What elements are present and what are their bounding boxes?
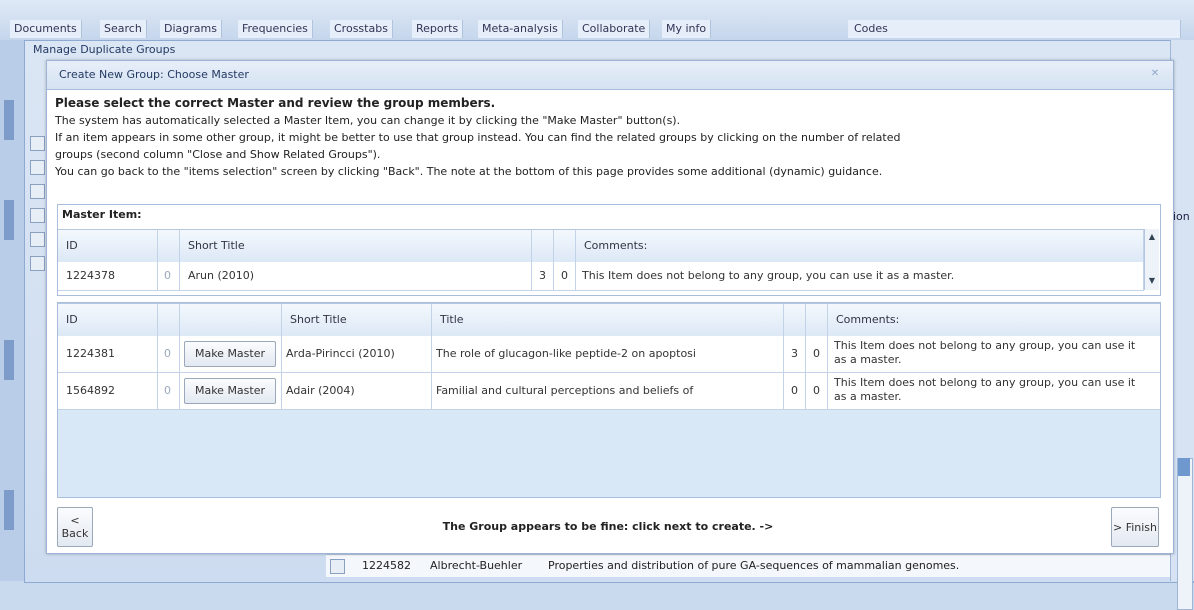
column-header-id[interactable]: ID <box>58 304 158 336</box>
member-id: 1224381 <box>58 336 158 372</box>
member-short-title: Arda-Pirincci (2010) <box>282 336 432 372</box>
group-members-table: ID Short Title Title Comments: 1224381 0… <box>57 302 1161 498</box>
member-count-a: 3 <box>784 336 806 372</box>
master-item-panel: Master Item: ID Short Title Comments: 12… <box>57 204 1161 296</box>
tab-reports[interactable]: Reports <box>412 20 464 38</box>
master-comments: This Item does not belong to any group, … <box>576 262 1144 290</box>
member-action-cell: Make Master <box>180 373 282 409</box>
column-header-comments[interactable]: Comments: <box>576 230 1144 262</box>
master-table-header: ID Short Title Comments: <box>58 229 1144 263</box>
column-header-count-a[interactable] <box>784 304 806 336</box>
row-short-title: Albrecht-Buehler <box>430 559 523 572</box>
column-header-short-title[interactable]: Short Title <box>282 304 432 336</box>
instruction-line: If an item appears in some other group, … <box>55 131 901 144</box>
master-scrollbar[interactable]: ▲ ▼ <box>1144 229 1159 290</box>
dialog-titlebar: Create New Group: Choose Master ✕ <box>47 61 1173 90</box>
instructions-heading: Please select the correct Master and rev… <box>55 96 496 110</box>
member-count-a: 0 <box>784 373 806 409</box>
tab-frequencies[interactable]: Frequencies <box>238 20 313 38</box>
member-title: Familial and cultural perceptions and be… <box>432 373 784 409</box>
master-row[interactable]: 1224378 0 Arun (2010) 3 0 This Item does… <box>58 262 1144 291</box>
create-group-dialog: Create New Group: Choose Master ✕ Please… <box>46 60 1174 554</box>
background-checkbox[interactable] <box>30 136 45 151</box>
close-icon[interactable]: ✕ <box>1149 68 1161 80</box>
back-button[interactable]: < Back <box>57 507 93 547</box>
instructions: Please select the correct Master and rev… <box>55 95 1165 180</box>
member-short-title: Adair (2004) <box>282 373 432 409</box>
master-short-title: Arun (2010) <box>180 262 532 290</box>
background-checkbox[interactable] <box>30 208 45 223</box>
instruction-line: You can go back to the "items selection"… <box>55 165 883 178</box>
master-item-label: Master Item: <box>62 208 142 221</box>
tab-diagrams[interactable]: Diagrams <box>160 20 222 38</box>
tab-codes[interactable]: Codes <box>848 20 1181 38</box>
members-table-header: ID Short Title Title Comments: <box>58 303 1160 337</box>
column-header-title[interactable]: Title <box>432 304 784 336</box>
member-row[interactable]: 1564892 0 Make Master Adair (2004) Famil… <box>58 373 1160 410</box>
master-count-a: 3 <box>532 262 554 290</box>
column-header-comments[interactable]: Comments: <box>828 304 1160 336</box>
main-tab-bar: Documents Search Diagrams Frequencies Cr… <box>0 0 1194 41</box>
member-row[interactable]: 1224381 0 Make Master Arda-Pirincci (201… <box>58 336 1160 373</box>
column-header-id[interactable]: ID <box>58 230 158 262</box>
panel-strip <box>4 490 14 530</box>
column-header-short-title[interactable]: Short Title <box>180 230 532 262</box>
guidance-message: The Group appears to be fine: click next… <box>442 520 774 533</box>
make-master-button[interactable]: Make Master <box>184 378 276 404</box>
column-header-count-b[interactable] <box>554 230 576 262</box>
scroll-up-icon[interactable]: ▲ <box>1145 231 1159 243</box>
finish-button[interactable]: > Finish <box>1111 507 1159 547</box>
background-list-row[interactable]: 1224582 Albrecht-Buehler Properties and … <box>326 554 1170 577</box>
panel-strip <box>4 340 14 380</box>
partial-column-label: ion <box>1173 210 1190 223</box>
background-checkbox[interactable] <box>30 232 45 247</box>
member-title: The role of glucagon-like peptide-2 on a… <box>432 336 784 372</box>
member-comments: This Item does not belong to any group, … <box>834 376 1136 403</box>
dialog-footer: The Group appears to be fine: click next… <box>57 507 1159 547</box>
master-count-b: 0 <box>554 262 576 290</box>
related-groups-link[interactable]: 0 <box>158 262 180 290</box>
outer-dialog-title: Manage Duplicate Groups <box>33 43 176 56</box>
master-id: 1224378 <box>58 262 158 290</box>
panel-strip <box>4 200 14 240</box>
make-master-button[interactable]: Make Master <box>184 341 276 367</box>
tab-my-info[interactable]: My info <box>662 20 712 38</box>
member-count-b: 0 <box>806 336 828 372</box>
column-header-related[interactable] <box>158 304 180 336</box>
tab-search[interactable]: Search <box>100 20 147 38</box>
tab-crosstabs[interactable]: Crosstabs <box>330 20 393 38</box>
tab-collaborate[interactable]: Collaborate <box>578 20 651 38</box>
column-header-related[interactable] <box>158 230 180 262</box>
background-checkbox[interactable] <box>30 184 45 199</box>
column-header-action[interactable] <box>180 304 282 336</box>
row-title: Properties and distribution of pure GA-s… <box>548 559 960 572</box>
row-checkbox[interactable] <box>330 559 345 574</box>
scroll-down-icon[interactable]: ▼ <box>1145 275 1159 287</box>
column-header-count-b[interactable] <box>806 304 828 336</box>
background-checkbox[interactable] <box>30 160 45 175</box>
background-scrollbar[interactable] <box>1177 458 1193 610</box>
member-action-cell: Make Master <box>180 336 282 372</box>
tab-meta-analysis[interactable]: Meta-analysis <box>478 20 563 38</box>
member-id: 1564892 <box>58 373 158 409</box>
instruction-line: groups (second column "Close and Show Re… <box>55 148 381 161</box>
row-id: 1224582 <box>362 559 411 572</box>
member-count-b: 0 <box>806 373 828 409</box>
column-header-count-a[interactable] <box>532 230 554 262</box>
dialog-title: Create New Group: Choose Master <box>59 68 249 81</box>
related-groups-link[interactable]: 0 <box>158 336 180 372</box>
panel-strip <box>4 100 14 140</box>
background-checkbox[interactable] <box>30 256 45 271</box>
related-groups-link[interactable]: 0 <box>158 373 180 409</box>
tab-documents[interactable]: Documents <box>10 20 82 38</box>
member-comments: This Item does not belong to any group, … <box>834 339 1136 366</box>
instruction-line: The system has automatically selected a … <box>55 114 681 127</box>
scrollbar-thumb[interactable] <box>1178 458 1190 476</box>
